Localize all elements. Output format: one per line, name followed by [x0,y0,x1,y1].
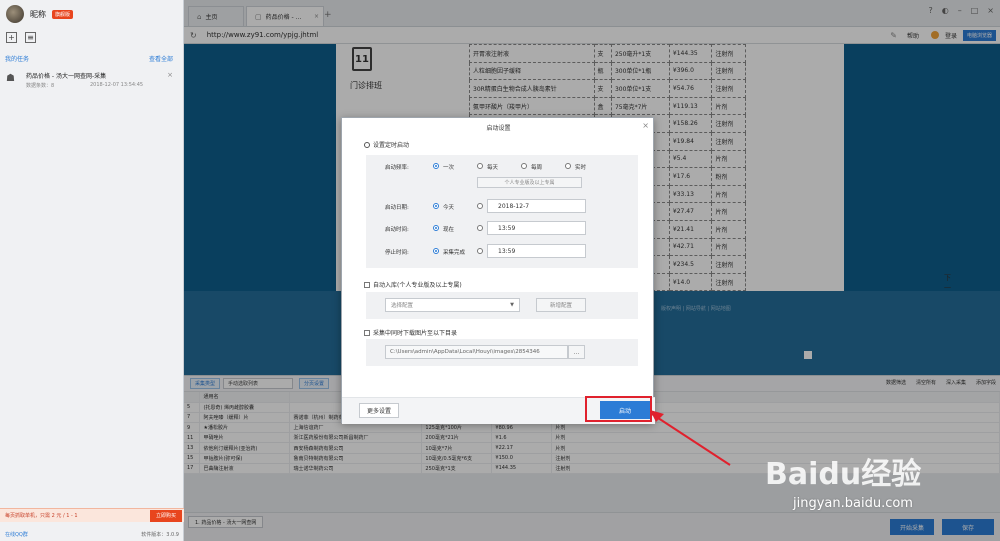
promo-text: 每页抓取单机，只需 2 元 / 1 - 1 [5,513,78,519]
buy-now-button[interactable]: 立即购买 [149,509,182,522]
timer-label: 设置定时启动 [373,142,410,149]
dialog-title: 启动设置 [486,125,511,132]
freq-daily-label: 每天 [487,165,499,171]
task-title: 药品价格 - 汤大一网查网-采集 [26,73,107,80]
my-tasks-label: 我的任务 [5,56,30,63]
task-time: 2018-12-07 13:54:45 [90,82,144,88]
freq-label: 启动频率: [385,165,409,171]
vip-note-button[interactable]: 个人专业版及以上专属 [477,177,582,188]
new-task-icon[interactable]: + [6,31,17,43]
config-select-value: 选择配置 [391,303,414,309]
task-header: 我的任务 查看全部 [0,46,183,63]
version-text: 软件版本：3.0.9 [141,531,179,538]
close-icon[interactable]: × [642,121,649,130]
username[interactable]: 昵称 [30,9,46,20]
date-today-radio[interactable] [433,203,439,209]
date-today-label: 今天 [443,205,455,211]
stop-custom-radio[interactable] [477,248,483,254]
promo-bar: 每页抓取单机，只需 2 元 / 1 - 1 立即购买 [0,508,184,522]
close-icon[interactable]: × [167,71,173,79]
download-images-checkbox[interactable] [364,329,370,336]
qq-group-link[interactable]: 在线QQ群 [5,531,28,538]
date-label: 启动日期: [385,205,409,211]
freq-weekly-label: 每周 [531,165,543,171]
sidebar-footer: 在线QQ群 软件版本：3.0.9 [0,527,184,541]
more-settings-button[interactable]: 更多设置 [359,403,399,418]
freq-realtime-label: 实时 [575,165,587,171]
auto-db-label: 自动入库(个人专业版及以上专属) [373,282,462,289]
time-custom-radio[interactable] [477,225,483,231]
chevron-down-icon: ▼ [510,302,514,308]
freq-daily-radio[interactable] [477,163,483,169]
new-config-button[interactable]: 新增配置 [536,298,586,312]
image-path-input[interactable]: C:\Users\admin\AppData\Local\Houyi\image… [385,345,568,359]
date-custom-radio[interactable] [477,203,483,209]
avatar[interactable] [6,5,24,23]
freq-once-label: 一次 [443,165,455,171]
watermark-url: jingyan.baidu.com [793,496,913,511]
stop-done-radio[interactable] [433,248,439,254]
db-section-header: 自动入库(个人专业版及以上专属) [364,280,462,289]
task-item[interactable]: ☗ 药品价格 - 汤大一网查网-采集 数据条数：8 2018-12-07 13:… [0,71,183,95]
auto-db-checkbox[interactable] [364,281,370,288]
date-input[interactable]: 2018-12-7 [487,199,586,213]
timer-section-header: 设置定时启动 [364,140,409,149]
view-all-link[interactable]: 查看全部 [149,54,173,63]
robot-icon: ☗ [6,73,15,84]
user-bar: 昵称 旗舰版 [0,0,183,28]
time-now-label: 现在 [443,227,455,233]
clock-icon [364,141,370,148]
baidu-watermark-logo: Baidu经验 [765,457,921,492]
freq-weekly-radio[interactable] [521,163,527,169]
freq-realtime-radio[interactable] [565,163,571,169]
stop-done-label: 采集完成 [443,250,466,256]
config-select[interactable]: 选择配置 ▼ [385,298,520,312]
timer-box: 启动频率: 一次 每天 每周 实时 个人专业版及以上专属 启动日期: 今天 20… [366,155,638,268]
time-label: 启动时间: [385,227,409,233]
stop-time-input[interactable]: 13:59 [487,244,586,258]
browse-folder-button[interactable]: ... [568,345,585,359]
watermark-brand: Baidu经验 [765,457,921,492]
task-count: 数据条数：8 [26,83,55,89]
arrow-annotation [650,410,731,466]
time-input[interactable]: 13:59 [487,221,586,235]
edition-badge: 旗舰版 [52,9,74,19]
freq-once-radio[interactable] [433,163,439,169]
stop-label: 停止时间: [385,250,409,256]
launch-settings-dialog: 启动设置 × 设置定时启动 启动频率: 一次 每天 每周 实时 个人专业版及以上… [341,117,655,424]
time-now-radio[interactable] [433,225,439,231]
task-list-icon[interactable]: ≡ [25,31,36,43]
sidebar: 昵称 旗舰版 + ≡ 我的任务 查看全部 ☗ 药品价格 - 汤大一网查网-采集 … [0,0,184,541]
download-images-label: 采集中同时下载图片至以下目录 [373,330,458,337]
image-section-header: 采集中同时下载图片至以下目录 [364,328,457,337]
sidebar-tools: + ≡ [0,28,183,46]
